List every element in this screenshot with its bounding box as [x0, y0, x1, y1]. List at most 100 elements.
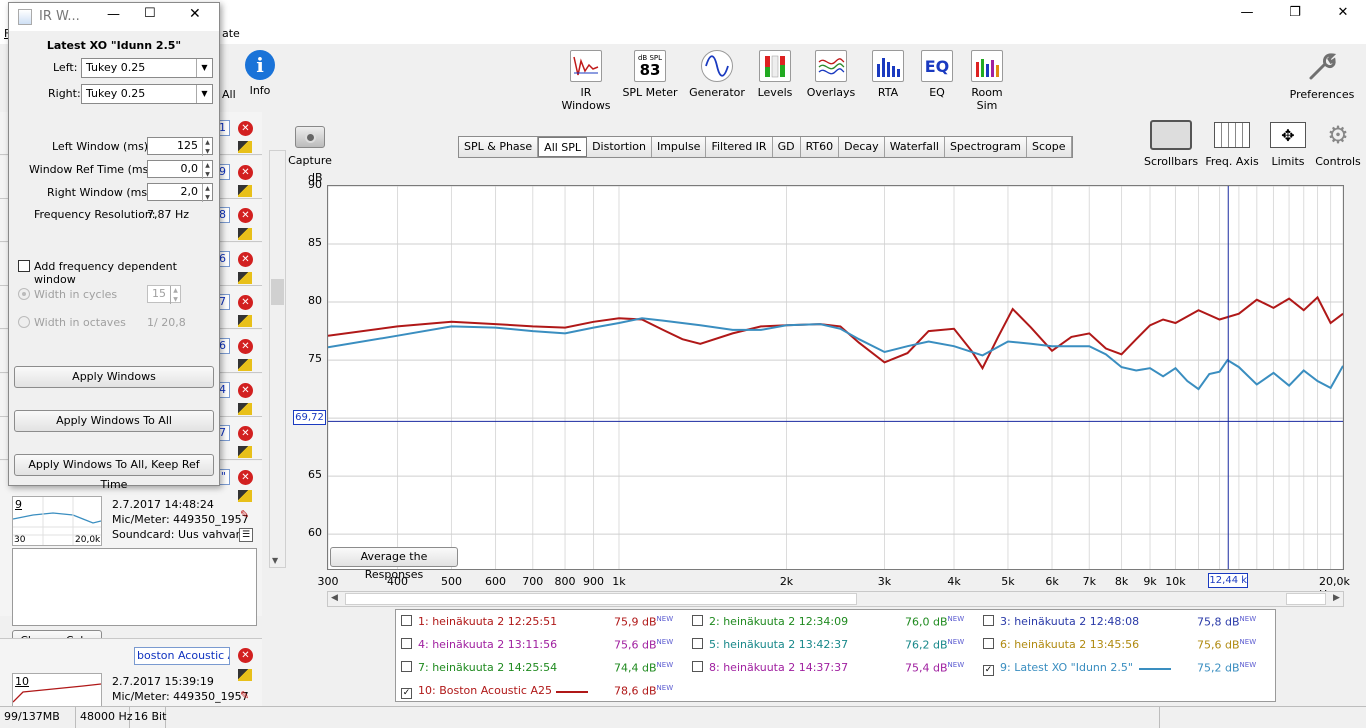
measurement-close-icon[interactable]: ✕ [238, 208, 253, 224]
legend-item[interactable]: 6: heinäkuuta 2 13:45:56 [983, 638, 1139, 651]
measurement-10-panel[interactable]: boston Acoustic A25 ✕ 10 2.7.2017 15:39:… [0, 638, 262, 707]
measurement-edit-icon[interactable] [238, 141, 252, 153]
legend-item[interactable]: 4: heinäkuuta 2 13:11:56 [401, 638, 557, 651]
apply-windows-button[interactable]: Apply Windows [14, 366, 214, 388]
spl-plot[interactable]: Average the Responses [327, 185, 1344, 581]
legend-checkbox[interactable]: ✓ [983, 665, 994, 676]
width-octaves-radio[interactable] [18, 316, 30, 328]
eq-button[interactable]: EQ EQ [917, 50, 957, 99]
measurement-edit-icon[interactable] [238, 402, 252, 415]
scroll-right-icon[interactable]: ▶ [1333, 593, 1340, 603]
legend-checkbox[interactable]: ✓ [401, 688, 412, 699]
legend-item[interactable]: 1: heinäkuuta 2 12:25:51 [401, 615, 557, 628]
chevron-down-icon[interactable]: ▼ [196, 85, 212, 103]
tab-filtered-ir[interactable]: Filtered IR [706, 137, 773, 157]
notes-icon[interactable]: ☰ [239, 528, 253, 542]
list-scrollbar[interactable]: ▼ [269, 150, 286, 568]
generator-button[interactable]: Generator [689, 50, 745, 99]
minimize-icon[interactable]: — [1224, 0, 1270, 24]
preferences-button[interactable]: Preferences [1288, 50, 1356, 101]
tab-spectrogram[interactable]: Spectrogram [944, 137, 1028, 157]
tab-spl-phase[interactable]: SPL & Phase [459, 137, 539, 157]
legend-item[interactable]: 5: heinäkuuta 2 13:42:37 [692, 638, 848, 651]
legend-checkbox[interactable] [692, 615, 703, 626]
overlays-button[interactable]: Overlays [805, 50, 857, 99]
tab-impulse[interactable]: Impulse [651, 137, 707, 157]
legend-checkbox[interactable] [692, 638, 703, 649]
levels-button[interactable]: Levels [752, 50, 798, 99]
tab-waterfall[interactable]: Waterfall [884, 137, 945, 157]
tab-distortion[interactable]: Distortion [587, 137, 652, 157]
measurement-10-name[interactable]: boston Acoustic A25 [134, 647, 230, 665]
legend-checkbox[interactable] [692, 661, 703, 672]
width-cycles-radio[interactable] [18, 288, 30, 300]
measurement-notes-area[interactable] [12, 548, 257, 626]
measurement-edit-icon[interactable] [238, 315, 252, 328]
info-button[interactable]: i Info [242, 50, 278, 97]
legend-checkbox[interactable] [401, 638, 412, 649]
legend-item[interactable]: ✓ 10: Boston Acoustic A25 [401, 684, 552, 699]
average-responses-button[interactable]: Average the Responses [330, 547, 458, 581]
measurement-close-icon[interactable]: ✕ [238, 121, 253, 136]
measurement-10-edit-icon[interactable] [238, 669, 252, 681]
measurement-close-icon[interactable]: ✕ [238, 295, 253, 311]
left-window-spinner[interactable]: ▲ ▼ [202, 138, 212, 156]
tab-gd[interactable]: GD [772, 137, 801, 157]
room-sim-button[interactable]: Room Sim [960, 50, 1014, 112]
plot-horizontal-scrollbar[interactable]: ◀ ▶ [327, 591, 1344, 607]
measurement-close-icon[interactable]: ✕ [238, 339, 253, 354]
measurement-edit-icon[interactable] [238, 228, 252, 241]
right-window-input[interactable]: 2,0 ▲ ▼ [147, 183, 213, 202]
measurement-close-icon[interactable]: ✕ [238, 382, 253, 398]
ref-time-input[interactable]: 0,0 ▲ ▼ [147, 160, 213, 179]
rta-button[interactable]: RTA [868, 50, 908, 99]
controls-button[interactable]: ⚙ Controls [1314, 120, 1362, 168]
legend-checkbox[interactable] [401, 615, 412, 626]
freq-axis-button[interactable]: Freq. Axis [1204, 120, 1260, 168]
legend-checkbox[interactable] [401, 661, 412, 672]
legend-item[interactable]: 8: heinäkuuta 2 14:37:37 [692, 661, 848, 674]
right-taper-select[interactable]: Tukey 0.25 ▼ [81, 84, 213, 104]
list-scrollbar-thumb[interactable] [271, 279, 284, 305]
legend-item[interactable]: 3: heinäkuuta 2 12:48:08 [983, 615, 1139, 628]
spl-meter-button[interactable]: dB SPL 83 SPL Meter [622, 50, 678, 99]
all-button-label[interactable]: All [222, 88, 236, 101]
dialog-title-bar[interactable]: IR W... — ☐ ✕ [9, 3, 219, 31]
measurement-edit-icon[interactable] [238, 271, 252, 284]
tab-all-spl[interactable]: All SPL [538, 137, 588, 157]
pen-icon[interactable]: ✎ [240, 508, 252, 521]
legend-item[interactable]: 7: heinäkuuta 2 14:25:54 [401, 661, 557, 674]
measurement-9-thumbnail[interactable]: 9 30 20,0k [12, 496, 102, 546]
measurement-close-icon[interactable]: ✕ [238, 469, 253, 485]
measurement-9-panel[interactable]: 9 30 20,0k 2.7.2017 14:48:24 Mic/Meter: … [0, 490, 262, 626]
measurement-edit-icon[interactable] [238, 184, 252, 197]
measurement-close-icon[interactable]: ✕ [238, 251, 253, 267]
restore-icon[interactable]: ❐ [1272, 0, 1318, 24]
close-icon[interactable]: ✕ [1320, 0, 1366, 24]
dialog-maximize-icon[interactable]: ☐ [144, 6, 156, 21]
measurement-10-close-icon[interactable]: ✕ [238, 648, 253, 663]
plot-scrollbar-thumb[interactable] [345, 593, 857, 605]
left-taper-select[interactable]: Tukey 0.25 ▼ [81, 58, 213, 78]
width-cycles-spinner[interactable]: ▲ ▼ [170, 286, 180, 304]
capture-button[interactable]: Capture [288, 126, 332, 167]
legend-item[interactable]: 2: heinäkuuta 2 12:34:09 [692, 615, 848, 628]
tab-decay[interactable]: Decay [839, 137, 885, 157]
legend-item[interactable]: ✓ 9: Latest XO "Idunn 2.5" [983, 661, 1133, 676]
measurement-edit-icon[interactable] [238, 446, 252, 459]
dialog-minimize-icon[interactable]: — [107, 7, 120, 22]
freq-dependent-checkbox[interactable] [18, 260, 30, 272]
scroll-left-icon[interactable]: ◀ [331, 593, 338, 603]
dialog-close-icon[interactable]: ✕ [189, 6, 201, 22]
measurement-close-icon[interactable]: ✕ [238, 426, 253, 442]
ir-windows-button[interactable]: IR Windows [555, 50, 617, 112]
measurement-9-edit-icon[interactable] [238, 490, 252, 502]
scroll-down-icon[interactable]: ▼ [272, 556, 278, 565]
menu-fragment[interactable]: ate [222, 27, 240, 40]
apply-windows-keep-ref-button[interactable]: Apply Windows To All, Keep Ref Time [14, 454, 214, 491]
left-window-input[interactable]: 125 ▲ ▼ [147, 137, 213, 156]
measurement-close-icon[interactable]: ✕ [238, 164, 253, 180]
tab-rt60[interactable]: RT60 [800, 137, 840, 157]
pen-icon[interactable]: ✎ [240, 689, 249, 702]
apply-windows-to-all-button[interactable]: Apply Windows To All [14, 410, 214, 432]
